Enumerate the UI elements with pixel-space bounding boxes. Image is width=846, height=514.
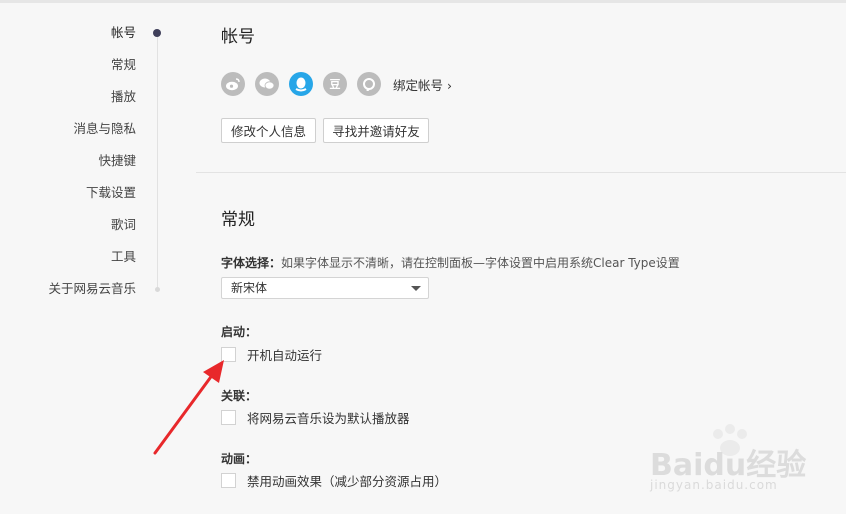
watermark-url: jingyan.baidu.com xyxy=(650,478,778,492)
